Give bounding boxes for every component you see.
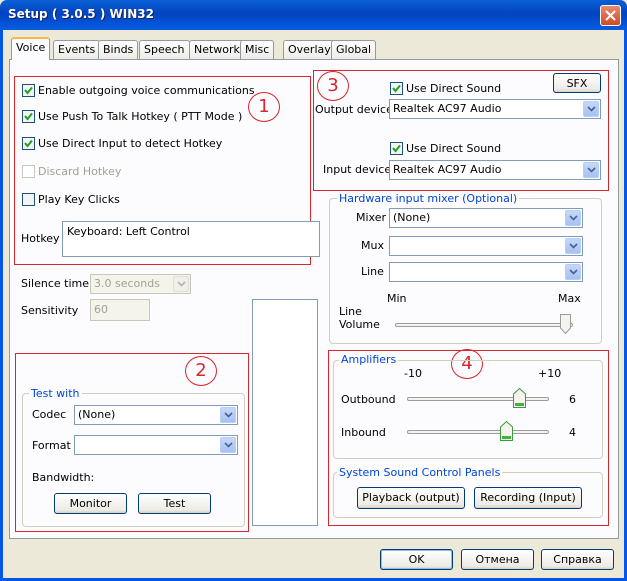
checkmark-icon — [24, 139, 33, 148]
sensitivity-field: 60 — [90, 299, 150, 321]
chevron-down-icon — [220, 407, 236, 423]
direct-input-label: Use Direct Input to detect Hotkey — [38, 137, 223, 150]
push-to-talk-label: Use Push To Talk Hotkey ( PTT Mode ) — [38, 110, 243, 123]
annotation-number-2: 2 — [185, 356, 217, 386]
inbound-slider-thumb[interactable] — [500, 421, 513, 441]
close-x-icon — [605, 10, 616, 21]
recording-input-button[interactable]: Recording (Input) — [474, 487, 582, 509]
line-volume-max-label: Max — [558, 292, 581, 305]
output-device-value: Realtek AC97 Audio — [393, 102, 502, 115]
input-device-label: Input device — [323, 163, 392, 176]
outbound-value: 6 — [569, 393, 576, 406]
silence-time-value: 3.0 seconds — [94, 277, 160, 290]
tab-binds[interactable]: Binds — [98, 40, 139, 59]
close-button[interactable] — [600, 5, 621, 26]
tab-speech[interactable]: Speech — [139, 40, 190, 59]
tab-global[interactable]: Global — [331, 40, 377, 59]
sound-control-panels-title: System Sound Control Panels — [337, 466, 503, 479]
play-key-clicks-checkbox[interactable] — [22, 193, 35, 206]
tab-events[interactable]: Events — [53, 40, 101, 59]
amplifiers-title: Amplifiers — [339, 353, 399, 366]
direct-input-checkbox[interactable] — [22, 137, 35, 150]
tab-network[interactable]: Network — [189, 40, 245, 59]
sfx-button[interactable]: SFX — [553, 73, 601, 93]
outbound-track — [407, 397, 549, 401]
output-device-label: Output device — [315, 103, 393, 116]
voice-level-meter — [252, 299, 318, 526]
enable-outgoing-checkbox[interactable] — [22, 84, 35, 97]
input-direct-sound-label: Use Direct Sound — [406, 142, 502, 155]
play-key-clicks-label: Play Key Clicks — [38, 193, 120, 206]
hotkey-label: Hotkey — [21, 232, 60, 245]
mixer-label: Mixer — [356, 211, 387, 224]
mux-label: Mux — [361, 239, 384, 252]
tab-voice[interactable]: Voice — [11, 37, 51, 60]
input-device-value: Realtek AC97 Audio — [393, 163, 502, 176]
chevron-down-icon — [565, 238, 581, 254]
checkmark-icon — [24, 112, 33, 121]
line-volume-label-line: Line — [339, 305, 362, 318]
checkmark-icon — [392, 84, 401, 93]
checkmark-icon — [24, 86, 33, 95]
push-to-talk-checkbox[interactable] — [22, 110, 35, 123]
format-select[interactable] — [74, 435, 238, 455]
line-volume-slider-thumb[interactable] — [560, 314, 571, 334]
cancel-button[interactable]: Отмена — [461, 549, 534, 570]
chevron-down-icon — [565, 210, 581, 226]
hotkey-value: Keyboard: Left Control — [67, 225, 190, 238]
codec-select[interactable]: (None) — [74, 405, 238, 425]
inbound-value: 4 — [569, 426, 576, 439]
amplifier-scale-min: -10 — [404, 367, 422, 380]
format-label: Format — [32, 439, 71, 452]
line-select[interactable] — [389, 262, 583, 282]
codec-label: Codec — [32, 408, 67, 421]
amplifiers-group — [333, 360, 603, 459]
inbound-label: Inbound — [341, 426, 386, 439]
output-direct-sound-label: Use Direct Sound — [406, 82, 502, 95]
hardware-mixer-title: Hardware input mixer (Optional) — [337, 192, 520, 205]
outbound-label: Outbound — [341, 393, 396, 406]
line-volume-min-label: Min — [387, 292, 407, 305]
discard-hotkey-checkbox — [22, 165, 35, 178]
monitor-button[interactable]: Monitor — [54, 493, 127, 514]
window-title: Setup ( 3.0.5 ) WIN32 — [8, 7, 154, 21]
line-label: Line — [361, 265, 384, 278]
chevron-down-icon — [173, 276, 189, 292]
playback-output-button[interactable]: Playback (output) — [357, 487, 465, 509]
tab-misc[interactable]: Misc — [240, 40, 275, 59]
chevron-down-icon — [583, 101, 599, 117]
chevron-down-icon — [220, 437, 236, 453]
amplifier-scale-max: +10 — [538, 367, 562, 380]
input-device-select[interactable]: Realtek AC97 Audio — [389, 160, 601, 180]
line-volume-track — [395, 323, 573, 327]
silence-time-label: Silence time — [21, 277, 89, 290]
output-device-select[interactable]: Realtek AC97 Audio — [389, 99, 601, 119]
checkmark-icon — [392, 144, 401, 153]
title-bar: Setup ( 3.0.5 ) WIN32 — [0, 0, 627, 30]
outbound-slider-thumb[interactable] — [513, 388, 526, 408]
test-button[interactable]: Test — [138, 493, 211, 514]
codec-value: (None) — [78, 408, 116, 421]
input-direct-sound-checkbox[interactable] — [390, 142, 403, 155]
help-button[interactable]: Справка — [541, 549, 614, 570]
mixer-select[interactable]: (None) — [389, 208, 583, 228]
annotation-number-3: 3 — [317, 71, 349, 101]
silence-time-select: 3.0 seconds — [90, 274, 191, 294]
chevron-down-icon — [583, 162, 599, 178]
hotkey-field[interactable]: Keyboard: Left Control — [62, 221, 320, 257]
discard-hotkey-label: Discard Hotkey — [38, 165, 122, 178]
tab-overlay[interactable]: Overlay — [283, 40, 336, 59]
mux-select[interactable] — [389, 236, 583, 256]
inbound-track — [407, 430, 549, 434]
mixer-value: (None) — [393, 211, 431, 224]
enable-outgoing-label: Enable outgoing voice communications — [38, 84, 255, 97]
test-with-title: Test with — [29, 387, 82, 400]
output-direct-sound-checkbox[interactable] — [390, 82, 403, 95]
chevron-down-icon — [565, 264, 581, 280]
sensitivity-label: Sensitivity — [21, 304, 79, 317]
ok-button[interactable]: OK — [380, 549, 453, 570]
sensitivity-value: 60 — [94, 303, 108, 316]
line-volume-label-volume: Volume — [339, 318, 380, 331]
bandwidth-label: Bandwidth: — [32, 471, 95, 484]
